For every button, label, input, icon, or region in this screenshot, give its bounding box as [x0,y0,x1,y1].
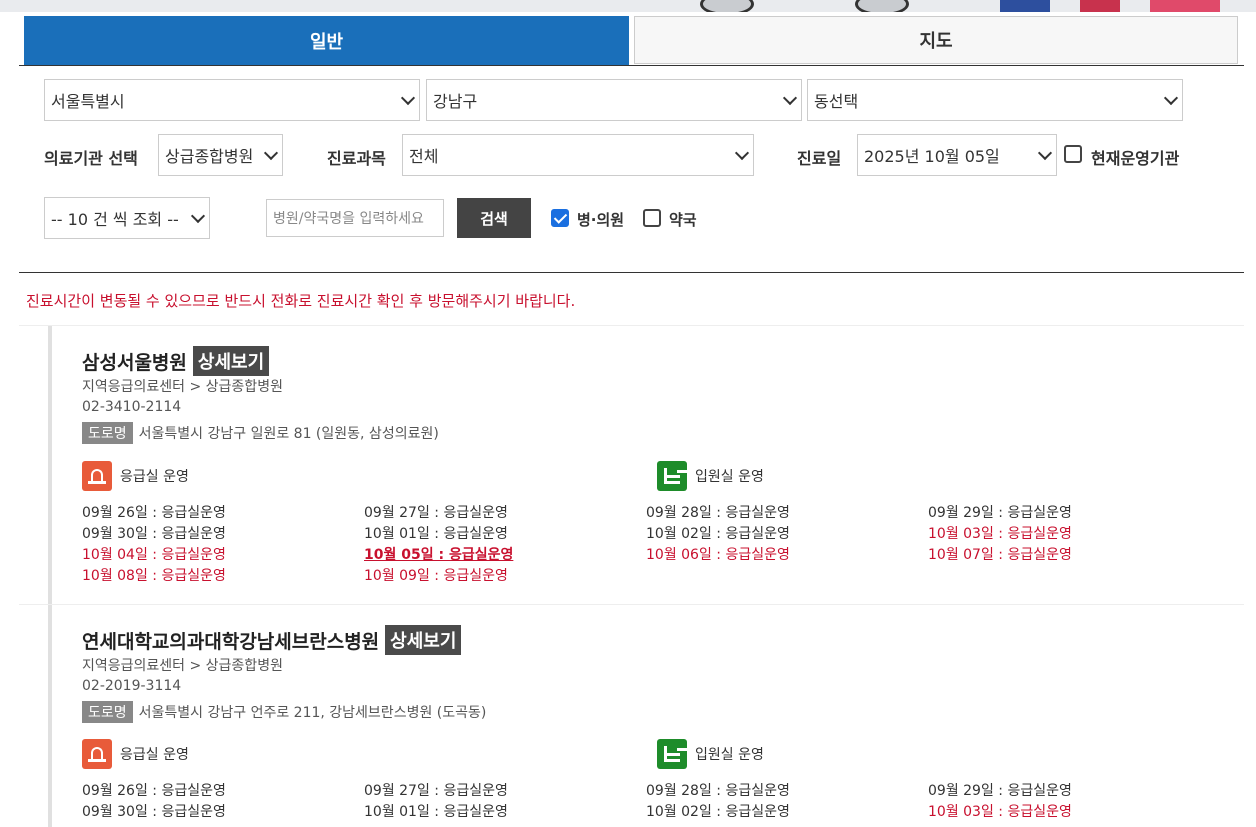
hospital-phone[interactable]: 02-3410-2114 [82,399,181,415]
ward-service-label: 입원실 운영 [695,469,764,485]
schedule-item-holiday: 10월 04일 : 응급실운영 [82,547,226,563]
department-label: 진료과목 [327,149,386,168]
pharmacy-checkbox-label: 약국 [669,211,697,229]
bed-icon [657,461,687,491]
schedule-item: 09월 29일 : 응급실운영 [928,505,1072,521]
schedule-item-holiday: 10월 09일 : 응급실운영 [364,568,508,584]
hospital-name: 연세대학교의과대학강남세브란스병원 [82,630,380,653]
chevron-down-icon [782,90,798,106]
page-size-select[interactable]: -- 10 건 씩 조회 -- [44,197,210,239]
hospital-category: 지역응급의료센터 > 상급종합병원 [82,379,283,395]
institution-select-value: 상급종합병원 [165,147,254,166]
date-label: 진료일 [797,149,842,168]
ward-service-label: 입원실 운영 [695,747,764,763]
dong-select-value: 동선택 [814,92,859,111]
chevron-down-icon [1163,90,1179,106]
schedule-item: 10월 02일 : 응급실운영 [646,804,790,820]
schedule-item-holiday: 10월 07일 : 응급실운영 [928,547,1072,563]
er-service: 응급실 운영 [82,739,189,769]
currently-open-checkbox[interactable] [1064,145,1082,163]
date-select[interactable]: 2025년 10월 05일 [857,134,1057,176]
er-service-label: 응급실 운영 [120,469,189,485]
schedule-item: 09월 30일 : 응급실운영 [82,526,226,542]
chevron-down-icon [190,208,206,224]
hospital-checkbox-label: 병·의원 [577,211,625,229]
hospital-address: 도로명 서울특별시 강남구 언주로 211, 강남세브란스병원 (도곡동) [82,701,486,723]
schedule-item: 09월 26일 : 응급실운영 [82,505,226,521]
address-text: 서울특별시 강남구 일원로 81 (일원동, 삼성의료원) [138,426,439,442]
schedule-item: 10월 02일 : 응급실운영 [646,526,790,542]
chevron-down-icon [1037,145,1053,161]
tab-map[interactable]: 지도 [634,16,1238,64]
hospital-card: 삼성서울병원 상세보기 지역응급의료센터 > 상급종합병원 02-3410-21… [48,326,1248,604]
top-banner-image [0,0,1256,12]
city-select-value: 서울특별시 [51,92,125,111]
schedule-item-today: 10월 05일 : 응급실운영 [364,547,514,563]
hospital-name-row: 연세대학교의과대학강남세브란스병원 상세보기 [82,625,462,655]
chevron-down-icon [734,145,750,161]
detail-button[interactable]: 상세보기 [385,625,462,655]
tab-general[interactable]: 일반 [24,16,629,66]
search-input[interactable]: 병원/약국명을 입력하세요 [266,199,444,237]
bed-icon [657,739,687,769]
tab-divider [19,65,1244,66]
schedule-item: 09월 28일 : 응급실운영 [646,505,790,521]
ward-service: 입원실 운영 [657,739,764,769]
schedule-item-holiday: 10월 06일 : 응급실운영 [646,547,790,563]
search-button[interactable]: 검색 [457,198,531,238]
page-size-value: -- 10 건 씩 조회 -- [51,210,179,229]
siren-icon [82,461,112,491]
schedule-item: 10월 01일 : 응급실운영 [364,526,508,542]
schedule-item-holiday: 10월 08일 : 응급실운영 [82,568,226,584]
city-select[interactable]: 서울특별시 [44,79,420,121]
dong-select[interactable]: 동선택 [807,79,1183,121]
er-service: 응급실 운영 [82,461,189,491]
district-select[interactable]: 강남구 [426,79,802,121]
pharmacy-checkbox[interactable] [643,209,661,227]
department-select-value: 전체 [409,147,439,166]
chevron-down-icon [400,90,416,106]
hospital-phone[interactable]: 02-2019-3114 [82,678,181,694]
hospital-checkbox[interactable] [551,209,569,227]
currently-open-label: 현재운영기관 [1091,149,1180,168]
schedule-item: 10월 01일 : 응급실운영 [364,804,508,820]
schedule-item: 09월 26일 : 응급실운영 [82,783,226,799]
schedule-item: 09월 27일 : 응급실운영 [364,783,508,799]
schedule-item-holiday: 10월 03일 : 응급실운영 [928,804,1072,820]
address-type-badge: 도로명 [82,422,133,444]
district-select-value: 강남구 [433,92,478,111]
institution-select[interactable]: 상급종합병원 [158,134,283,176]
filter-divider [19,272,1244,273]
schedule-item-holiday: 10월 03일 : 응급실운영 [928,526,1072,542]
date-select-value: 2025년 10월 05일 [864,147,1000,166]
schedule-item: 09월 30일 : 응급실운영 [82,804,226,820]
siren-icon [82,739,112,769]
hospital-name: 삼성서울병원 [82,351,187,374]
hospital-name-row: 삼성서울병원 상세보기 [82,346,270,376]
search-input-placeholder: 병원/약국명을 입력하세요 [273,211,424,227]
er-service-label: 응급실 운영 [120,747,189,763]
chevron-down-icon [263,145,279,161]
schedule-item: 09월 28일 : 응급실운영 [646,783,790,799]
detail-button[interactable]: 상세보기 [192,346,270,376]
hospital-address: 도로명 서울특별시 강남구 일원로 81 (일원동, 삼성의료원) [82,422,439,444]
notice-text: 진료시간이 변동될 수 있으므로 반드시 전화로 진료시간 확인 후 방문해주시… [26,292,576,310]
ward-service: 입원실 운영 [657,461,764,491]
address-text: 서울특별시 강남구 언주로 211, 강남세브란스병원 (도곡동) [138,705,487,721]
schedule-item: 09월 27일 : 응급실운영 [364,505,508,521]
institution-label: 의료기관 선택 [44,149,138,168]
view-tabs: 일반 지도 [24,16,1238,66]
schedule-item: 09월 29일 : 응급실운영 [928,783,1072,799]
address-type-badge: 도로명 [82,701,133,723]
department-select[interactable]: 전체 [402,134,754,176]
hospital-category: 지역응급의료센터 > 상급종합병원 [82,658,283,674]
hospital-card: 연세대학교의과대학강남세브란스병원 상세보기 지역응급의료센터 > 상급종합병원… [48,605,1248,827]
